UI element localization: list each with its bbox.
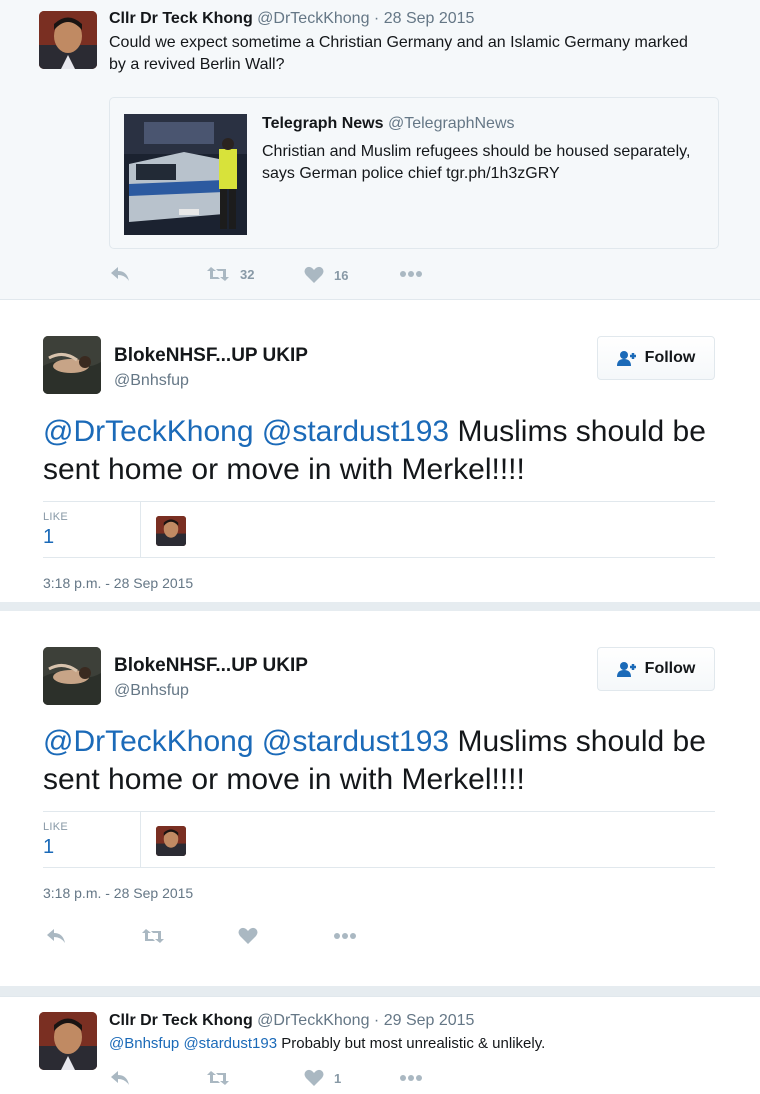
retweet-icon xyxy=(142,929,164,943)
quoted-author-handle[interactable]: @TelegraphNews xyxy=(388,115,515,132)
author-name[interactable]: Cllr Dr Teck Khong xyxy=(109,1012,253,1029)
reply-button[interactable] xyxy=(46,928,66,944)
like-button[interactable] xyxy=(238,927,258,945)
like-label: LIKE xyxy=(43,821,69,833)
reply-button[interactable] xyxy=(110,1070,130,1086)
follow-person-icon xyxy=(616,662,636,677)
tweet-top: Cllr Dr Teck Khong @DrTeckKhong · 28 Sep… xyxy=(0,0,760,300)
tweet-text: Could we expect sometime a Christian Ger… xyxy=(109,34,688,73)
author-name[interactable]: BlokeNHSF...UP UKIP xyxy=(114,655,308,677)
author-name[interactable]: BlokeNHSF...UP UKIP xyxy=(114,345,308,367)
quoted-author-name[interactable]: Telegraph News xyxy=(262,115,384,132)
tweet-author: Cllr Dr Teck Khong @DrTeckKhong · 28 Sep… xyxy=(109,10,474,28)
quoted-tweet-image[interactable] xyxy=(124,114,247,235)
follow-label: Follow xyxy=(644,660,696,677)
tweet-text: @DrTeckKhong @stardust193 Muslims should… xyxy=(43,413,723,489)
retweet-icon xyxy=(207,267,229,281)
heart-icon xyxy=(304,266,324,283)
stats-divider xyxy=(140,502,141,557)
reply-button[interactable] xyxy=(110,266,130,282)
tweet-stats: LIKE 1 xyxy=(43,501,715,558)
like-count: 16 xyxy=(334,267,349,283)
stats-divider xyxy=(140,812,141,867)
like-count: 1 xyxy=(334,1070,342,1086)
heart-icon xyxy=(304,1069,324,1086)
retweet-icon xyxy=(207,1071,229,1085)
tweet-detail-card: BlokeNHSF...UP UKIP @Bnhsfup Follow @DrT… xyxy=(0,611,760,986)
more-icon xyxy=(400,271,422,277)
like-button[interactable]: 1 xyxy=(304,1069,341,1087)
more-button[interactable] xyxy=(399,1074,423,1082)
like-count[interactable]: 1 xyxy=(43,526,54,549)
tweet-author: Cllr Dr Teck Khong @DrTeckKhong · 29 Sep… xyxy=(109,1012,474,1030)
tweet-date[interactable]: · 29 Sep 2015 xyxy=(374,1012,475,1029)
liker-avatar[interactable] xyxy=(156,826,186,856)
author-name[interactable]: Cllr Dr Teck Khong xyxy=(109,10,253,27)
like-label: LIKE xyxy=(43,511,69,523)
avatar[interactable] xyxy=(39,1012,97,1070)
more-button[interactable] xyxy=(333,932,357,940)
quoted-tweet-author: Telegraph News @TelegraphNews xyxy=(262,115,515,133)
retweet-button[interactable]: 32 xyxy=(206,266,254,282)
follow-button[interactable]: Follow xyxy=(597,647,715,691)
avatar[interactable] xyxy=(43,336,101,394)
tweet-date[interactable]: · 28 Sep 2015 xyxy=(374,10,475,27)
tweet-text: @Bnhsfup @stardust193 Probably but most … xyxy=(109,1033,729,1055)
like-count[interactable]: 1 xyxy=(43,836,54,859)
avatar[interactable] xyxy=(43,647,101,705)
retweet-button[interactable] xyxy=(141,928,165,944)
retweet-button[interactable] xyxy=(206,1070,230,1086)
mention-link[interactable]: @DrTeckKhong xyxy=(43,725,254,758)
mention-link[interactable]: @DrTeckKhong xyxy=(43,415,254,448)
liker-avatar[interactable] xyxy=(156,516,186,546)
reply-tweet: Cllr Dr Teck Khong @DrTeckKhong · 29 Sep… xyxy=(0,996,760,1094)
divider-band xyxy=(0,986,760,996)
reply-icon xyxy=(47,929,65,943)
author-handle[interactable]: @DrTeckKhong xyxy=(257,10,369,27)
mention-link[interactable]: @Bnhsfup xyxy=(109,1035,179,1052)
tweet-timestamp[interactable]: 3:18 p.m. - 28 Sep 2015 xyxy=(43,885,193,901)
quoted-tweet-text: Christian and Muslim refugees should be … xyxy=(262,143,691,182)
tweet-timestamp[interactable]: 3:18 p.m. - 28 Sep 2015 xyxy=(43,575,193,591)
tweet-body: Probably but most unrealistic & unlikely… xyxy=(277,1035,546,1052)
author-handle[interactable]: @Bnhsfup xyxy=(114,372,189,390)
tweet-text: @DrTeckKhong @stardust193 Muslims should… xyxy=(43,723,723,799)
mention-link[interactable]: @stardust193 xyxy=(262,415,449,448)
tweet-stats: LIKE 1 xyxy=(43,811,715,868)
quoted-tweet[interactable]: Telegraph News @TelegraphNews Christian … xyxy=(109,97,719,249)
more-icon xyxy=(334,933,356,939)
mention-link[interactable]: @stardust193 xyxy=(183,1035,277,1052)
follow-person-icon xyxy=(616,351,636,366)
retweet-count: 32 xyxy=(240,266,255,282)
reply-icon xyxy=(111,267,129,281)
reply-icon xyxy=(111,1071,129,1085)
like-button[interactable]: 16 xyxy=(304,266,348,284)
mention-link[interactable]: @stardust193 xyxy=(262,725,449,758)
author-handle[interactable]: @Bnhsfup xyxy=(114,682,189,700)
heart-icon xyxy=(238,927,258,944)
more-button[interactable] xyxy=(399,270,423,278)
avatar[interactable] xyxy=(39,11,97,69)
follow-button[interactable]: Follow xyxy=(597,336,715,380)
author-handle[interactable]: @DrTeckKhong xyxy=(257,1012,369,1029)
more-icon xyxy=(400,1075,422,1081)
tweet-detail-card: BlokeNHSF...UP UKIP @Bnhsfup Follow @DrT… xyxy=(0,301,760,602)
follow-label: Follow xyxy=(644,349,696,366)
divider-band xyxy=(0,602,760,611)
